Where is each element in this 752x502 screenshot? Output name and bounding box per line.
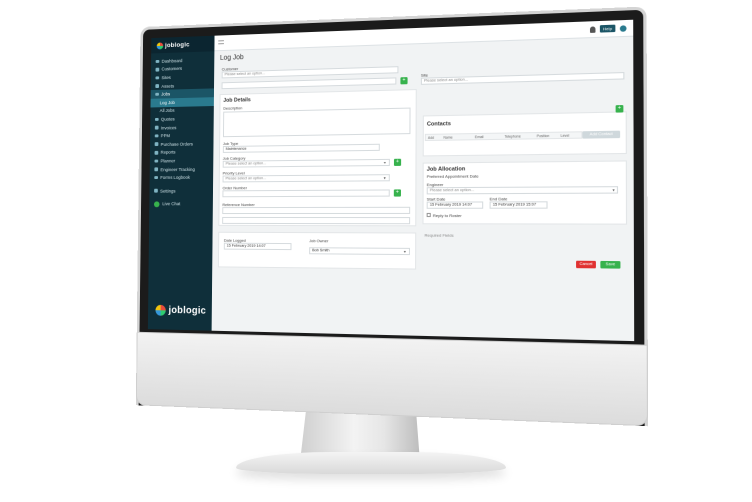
quotes-icon <box>154 117 159 122</box>
contacts-title: Contacts <box>426 121 451 128</box>
add-contact-button[interactable]: Add Contact <box>582 130 621 139</box>
sidebar-item-settings[interactable]: Settings <box>149 186 213 195</box>
description-label: Description <box>223 105 243 111</box>
sidebar-item-label: Sites <box>161 75 171 81</box>
brand-name: joblogic <box>165 41 190 49</box>
live-chat-label: Live Chat <box>162 201 181 207</box>
reply-to-roster-label: Reply to Roster <box>432 212 462 219</box>
app-screen: joblogic Dashboard Customers Sites Asset… <box>147 19 635 342</box>
joblogic-logo-icon <box>156 41 164 49</box>
live-chat-button[interactable]: Live Chat <box>149 199 213 209</box>
user-avatar-icon[interactable] <box>619 24 627 32</box>
save-button[interactable]: Save <box>600 260 621 269</box>
column-header: Add <box>427 135 435 140</box>
sidebar-item-label: Jobs <box>161 91 171 97</box>
sidebar-item-label: Quotes <box>160 116 175 122</box>
site-select[interactable]: Please select an option... <box>420 72 625 85</box>
add-customer-button[interactable]: + <box>400 77 408 85</box>
column-header: Email <box>474 134 484 140</box>
column-header: Name <box>443 135 453 140</box>
sidebar-item-label: Invoices <box>160 124 177 131</box>
product-photo: joblogic Dashboard Customers Sites Asset… <box>0 0 752 502</box>
required-fields-note: Required Fields <box>424 232 454 238</box>
job-owner-select[interactable]: Bob Smith <box>309 247 411 256</box>
date-logged-input[interactable]: 15 February 2019 14:07 <box>223 242 292 251</box>
page-title: Log Job <box>219 54 244 62</box>
joblogic-logo-icon <box>155 304 166 316</box>
forms-logbook-icon <box>154 175 158 180</box>
engineer-select[interactable]: Please select an option... <box>426 186 619 195</box>
monitor-stand-base <box>236 452 506 474</box>
sidebar-item-label: Forms Logbook <box>160 174 191 181</box>
top-bar-actions: Help <box>589 24 627 33</box>
purchase-orders-icon <box>154 142 158 147</box>
notification-icon[interactable] <box>589 25 596 33</box>
job-details-title: Job Details <box>223 97 251 104</box>
engineer-tracking-icon <box>154 167 158 172</box>
monitor-chin <box>135 331 649 427</box>
reference-number-input[interactable] <box>222 206 411 215</box>
chat-icon <box>153 200 160 207</box>
cancel-button[interactable]: Cancel <box>576 260 596 269</box>
sidebar-item-label: PPM <box>160 133 171 139</box>
sidebar-item-label: Purchase Orders <box>160 141 194 147</box>
reply-to-roster-checkbox[interactable] <box>426 212 431 218</box>
brand-name: joblogic <box>168 305 207 317</box>
column-header: Level <box>560 133 570 138</box>
chevron-down-icon <box>383 161 386 165</box>
customers-icon <box>155 67 159 72</box>
sidebar-item-label: Assets <box>161 83 175 89</box>
sidebar: joblogic Dashboard Customers Sites Asset… <box>147 35 215 331</box>
sidebar-item-label: Dashboard <box>161 58 183 64</box>
sites-icon <box>155 76 159 80</box>
sidebar-item-label: Customers <box>161 66 183 72</box>
job-allocation-title: Job Allocation <box>426 166 466 173</box>
column-header: Position <box>536 133 550 139</box>
customer-select[interactable]: Please select an option... <box>221 66 399 79</box>
add-site-button[interactable]: + <box>615 105 624 113</box>
job-owner-label: Job Owner <box>309 238 329 244</box>
chevron-down-icon <box>403 250 406 254</box>
planner-icon <box>154 159 158 163</box>
end-date-input[interactable]: 15 February 2019 15:07 <box>489 201 548 209</box>
start-date-input[interactable]: 15 February 2019 14:07 <box>426 201 484 209</box>
sidebar-item-label: Planner <box>160 158 176 164</box>
preferred-date-label: Preferred Appointment Date <box>426 173 479 179</box>
chevron-down-icon <box>383 177 386 180</box>
priority-select[interactable]: Please select an option... <box>222 174 390 183</box>
reports-icon <box>154 150 158 155</box>
description-textarea[interactable] <box>222 107 411 138</box>
main-content: Help Log Job Customer Please select an o… <box>212 19 635 341</box>
customer-select-secondary[interactable] <box>221 77 397 90</box>
add-order-number-button[interactable]: + <box>393 189 401 197</box>
sidebar-item-label: All Jobs <box>159 108 175 114</box>
dashboard-icon <box>155 59 159 64</box>
column-header: Telephone <box>504 134 521 139</box>
invoices-icon <box>154 125 159 130</box>
sidebar-item-label: Engineer Tracking <box>160 166 195 172</box>
order-number-input[interactable] <box>222 189 390 198</box>
settings-icon <box>154 189 158 193</box>
add-job-category-button[interactable]: + <box>393 158 402 166</box>
chevron-down-icon <box>612 189 615 192</box>
sidebar-item-label: Settings <box>160 188 176 194</box>
sidebar-item-label: Reports <box>160 149 176 156</box>
menu-toggle-icon[interactable] <box>218 40 224 45</box>
sidebar-item-label: Log Job <box>159 99 175 106</box>
reference-number-input-secondary[interactable] <box>222 216 411 225</box>
ppm-icon <box>154 134 159 138</box>
sidebar-footer-logo: joblogic <box>155 304 207 317</box>
assets-icon <box>155 84 159 88</box>
help-button[interactable]: Help <box>599 24 616 33</box>
monitor: joblogic Dashboard Customers Sites Asset… <box>135 6 649 427</box>
jobs-icon <box>155 92 159 97</box>
